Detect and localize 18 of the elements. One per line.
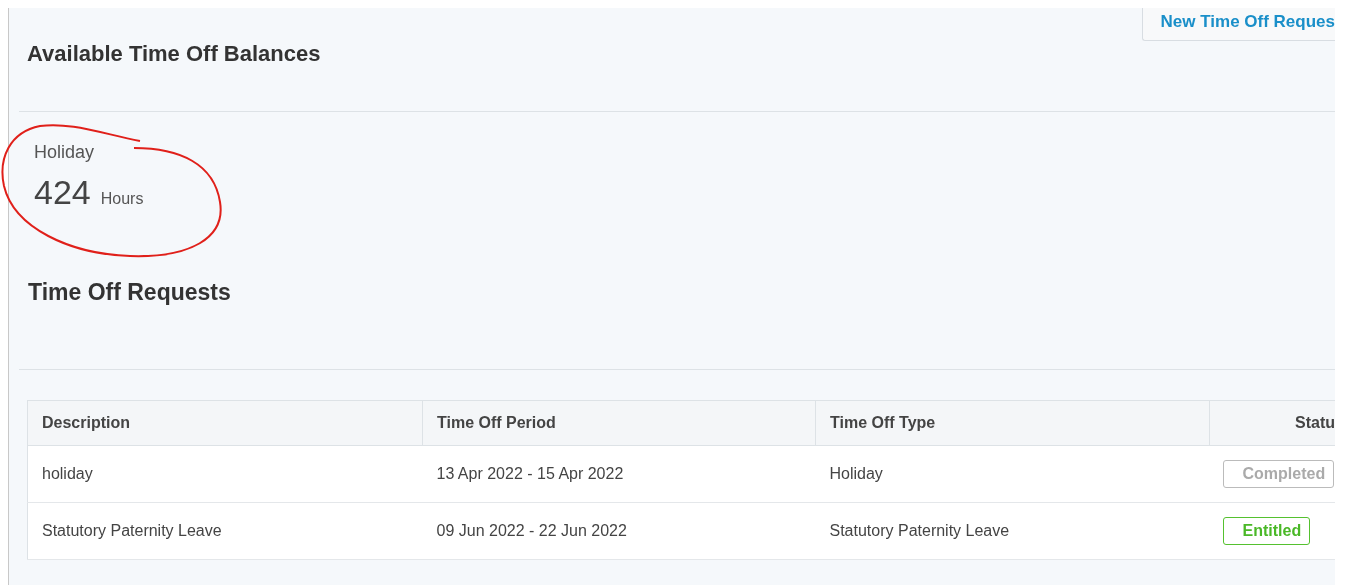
table-cell: 09 Jun 2022 - 22 Jun 2022	[422, 502, 816, 560]
table-cell: 13 Apr 2022 - 15 Apr 2022	[422, 445, 816, 503]
balance-type: Holiday	[34, 142, 96, 163]
status-badge: Entitled	[1222, 517, 1311, 545]
column-header: Time Off Type	[815, 400, 1210, 446]
column-header: Description	[27, 400, 423, 446]
status-badge: Completed	[1222, 460, 1335, 488]
column-header: Time Off Period	[422, 400, 816, 446]
balance-amount: 424	[34, 173, 91, 212]
table-cell: holiday	[27, 445, 423, 503]
table-cell: Statutory Paternity Leave	[815, 502, 1210, 560]
section-title: Available Time Off Balances	[27, 41, 321, 67]
column-header: Statu	[1209, 400, 1335, 446]
table-cell: Statutory Paternity Leave	[27, 502, 423, 560]
table-cell: Holiday	[815, 445, 1210, 503]
new-request-button[interactable]: New Time Off Reques	[1141, 8, 1335, 41]
section-title: Time Off Requests	[28, 279, 231, 306]
balance-unit: Hours	[100, 190, 144, 208]
